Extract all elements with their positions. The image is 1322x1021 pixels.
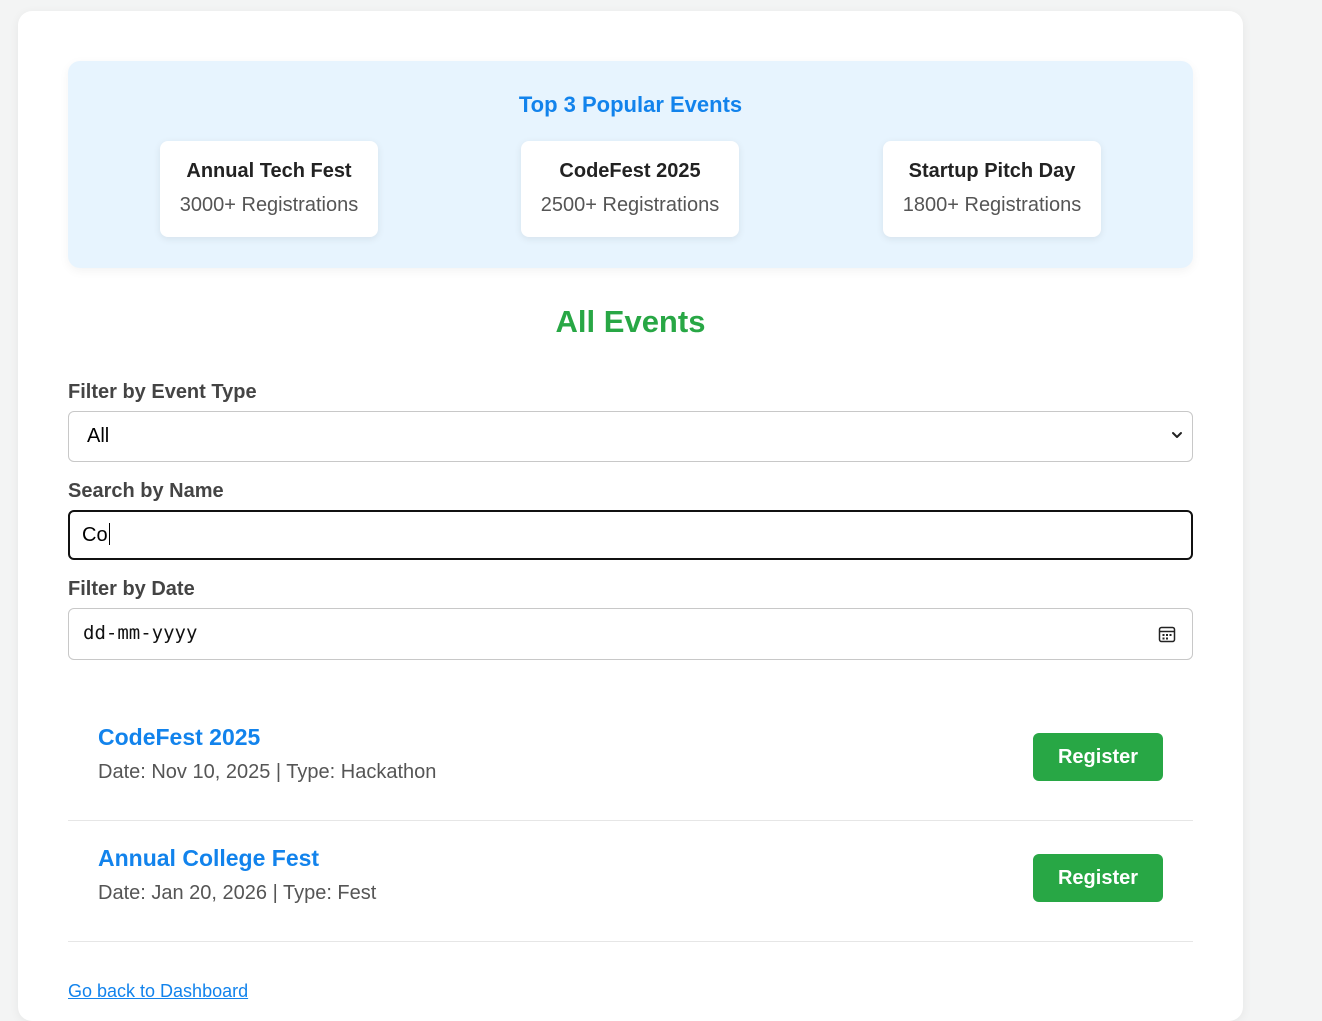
event-name-link[interactable]: CodeFest 2025 [98,724,260,751]
event-list-item: CodeFest 2025 Date: Nov 10, 2025 | Type:… [68,704,1193,821]
popular-event-card: Annual Tech Fest 3000+ Registrations [160,141,378,237]
event-meta: Date: Jan 20, 2026 | Type: Fest [98,882,377,904]
date-input[interactable]: dd-mm-yyyy [68,608,1193,660]
popular-event-card: Startup Pitch Day 1800+ Registrations [883,141,1101,237]
event-type-select[interactable]: All [68,411,1193,462]
search-input-text: Co [82,524,108,546]
event-meta: Date: Nov 10, 2025 | Type: Hackathon [98,761,437,783]
event-list-item: Annual College Fest Date: Jan 20, 2026 |… [68,825,1193,942]
popular-event-card: CodeFest 2025 2500+ Registrations [521,141,739,237]
popular-event-registrations: 2500+ Registrations [540,194,720,216]
date-input-placeholder: dd-mm-yyyy [83,622,198,644]
chevron-down-icon [1172,432,1182,438]
text-caret [108,523,110,545]
date-label: Filter by Date [68,578,195,600]
register-button[interactable]: Register [1033,733,1163,781]
register-button[interactable]: Register [1033,854,1163,902]
all-events-heading: All Events [555,304,706,339]
popular-event-registrations: 1800+ Registrations [902,194,1082,216]
search-label: Search by Name [68,480,224,502]
popular-event-name: CodeFest 2025 [559,160,701,182]
search-input[interactable]: Co [68,510,1193,560]
event-type-label: Filter by Event Type [68,381,257,403]
popular-event-name: Startup Pitch Day [908,160,1076,182]
back-to-dashboard-link[interactable]: Go back to Dashboard [68,981,248,1002]
main-card: Top 3 Popular Events Annual Tech Fest 30… [18,11,1243,1021]
event-type-selected-value: All [87,425,110,447]
event-name-link[interactable]: Annual College Fest [98,845,319,872]
popular-event-name: Annual Tech Fest [186,160,352,182]
popular-events-title: Top 3 Popular Events [518,92,743,117]
popular-events-section: Top 3 Popular Events Annual Tech Fest 30… [68,61,1193,268]
calendar-icon[interactable] [1158,625,1176,643]
search-input-value: Co [82,523,110,547]
popular-event-registrations: 3000+ Registrations [179,194,359,216]
